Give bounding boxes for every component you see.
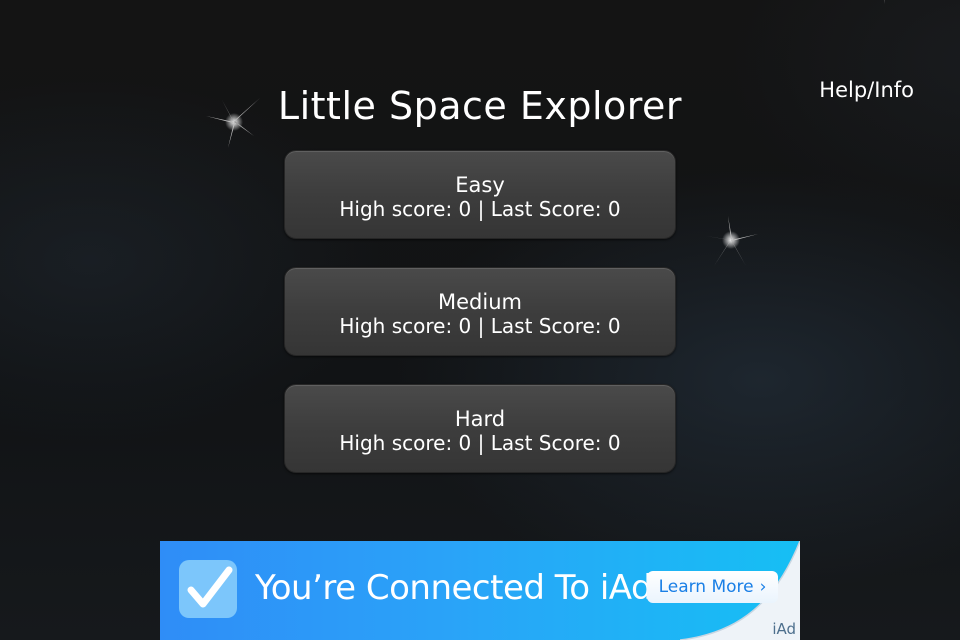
last-score-value: 0: [607, 431, 621, 455]
iad-banner[interactable]: You’re Connected To iAd Learn More › iAd: [160, 541, 800, 640]
score-separator: |: [477, 314, 485, 338]
mode-name: Medium: [438, 290, 522, 314]
high-score-value: 0: [458, 431, 472, 455]
checkmark-icon: [187, 566, 233, 608]
high-score-label: High score:: [339, 314, 453, 338]
high-score-value: 0: [458, 197, 472, 221]
mode-name: Easy: [455, 173, 505, 197]
last-score-label: Last Score:: [490, 431, 602, 455]
sparkle-icon: [884, 0, 885, 4]
game-title: Little Space Explorer: [277, 84, 683, 128]
learn-more-button[interactable]: Learn More ›: [647, 571, 778, 603]
last-score-value: 0: [607, 197, 621, 221]
hard-mode-button[interactable]: Hard High score: 0 | Last Score: 0: [284, 384, 676, 473]
last-score-value: 0: [607, 314, 621, 338]
score-separator: |: [477, 431, 485, 455]
mode-name: Hard: [454, 407, 506, 431]
mode-scores: High score: 0 | Last Score: 0: [285, 431, 675, 455]
sparkle-icon: [706, 216, 758, 266]
learn-more-label: Learn More: [658, 577, 754, 597]
easy-mode-button[interactable]: Easy High score: 0 | Last Score: 0: [284, 150, 676, 239]
last-score-label: Last Score:: [490, 314, 602, 338]
medium-mode-button[interactable]: Medium High score: 0 | Last Score: 0: [284, 267, 676, 356]
iad-brand-label: iAd: [772, 620, 796, 638]
mode-scores: High score: 0 | Last Score: 0: [285, 197, 675, 221]
high-score-label: High score:: [339, 197, 453, 221]
ad-headline: You’re Connected To iAd: [255, 568, 653, 608]
score-separator: |: [477, 197, 485, 221]
high-score-label: High score:: [339, 431, 453, 455]
help-info-link[interactable]: Help/Info: [819, 78, 914, 102]
chevron-right-icon: ›: [759, 577, 767, 597]
game-menu-screen: Little Space Explorer Help/Info Easy Hig…: [0, 0, 960, 640]
high-score-value: 0: [458, 314, 472, 338]
last-score-label: Last Score:: [490, 197, 602, 221]
mode-scores: High score: 0 | Last Score: 0: [285, 314, 675, 338]
checkmark-badge: [179, 560, 237, 618]
